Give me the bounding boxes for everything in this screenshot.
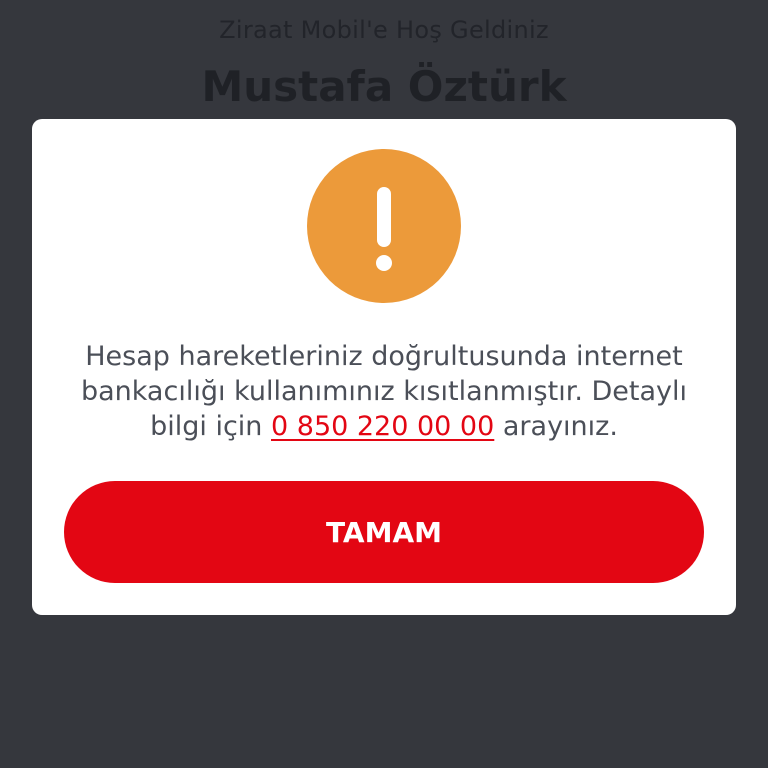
- dialog-message: Hesap hareketleriniz doğrultusunda inter…: [62, 339, 706, 444]
- ok-button[interactable]: TAMAM: [64, 481, 704, 583]
- user-name: Mustafa Öztürk: [201, 62, 567, 111]
- message-text-end: arayınız.: [494, 411, 618, 442]
- welcome-text: Ziraat Mobil'e Hoş Geldiniz: [219, 16, 549, 44]
- exclamation-icon: [307, 149, 461, 303]
- phone-number-link[interactable]: 0 850 220 00 00: [271, 411, 494, 442]
- alert-dialog: Hesap hareketleriniz doğrultusunda inter…: [32, 119, 736, 615]
